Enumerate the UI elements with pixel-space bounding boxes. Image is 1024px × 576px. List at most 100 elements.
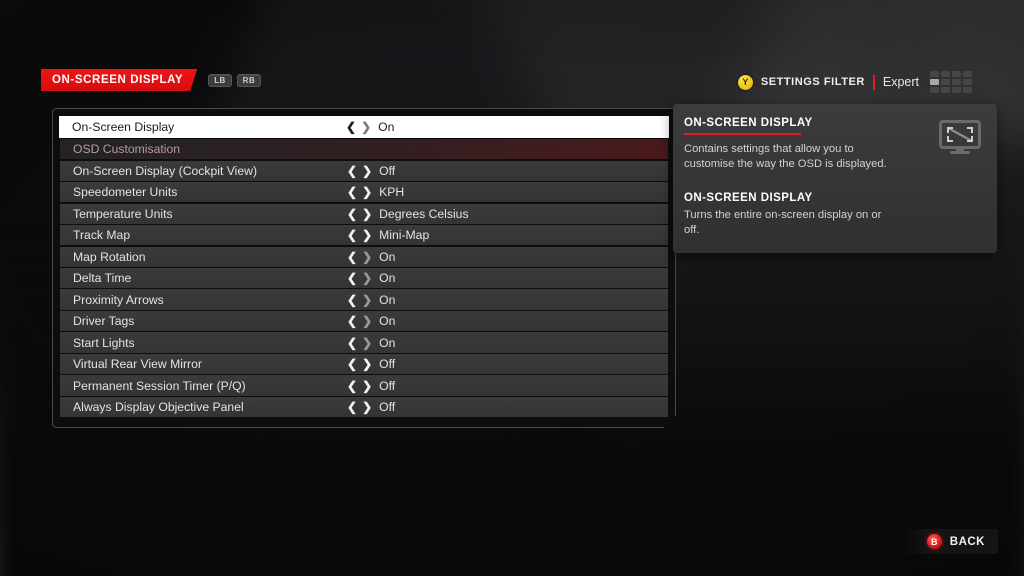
filter-divider <box>872 74 875 90</box>
arrow-left-icon[interactable]: ❮ <box>347 315 357 327</box>
settings-row-value: Off <box>379 357 396 372</box>
arrow-right-icon[interactable]: ❯ <box>362 401 372 413</box>
arrow-left-icon[interactable]: ❮ <box>347 358 357 370</box>
settings-row[interactable]: Always Display Objective Panel ❮ ❯ Off <box>60 397 668 417</box>
settings-row-value: Off <box>379 163 396 178</box>
settings-row[interactable]: Delta Time ❮ ❯ On <box>60 268 668 288</box>
settings-row-control: ❮ ❯ Mini-Map <box>347 228 429 242</box>
arrow-left-icon[interactable]: ❮ <box>347 272 357 284</box>
settings-row[interactable]: Proximity Arrows ❮ ❯ On <box>60 289 668 309</box>
info-setting-section: ON-SCREEN DISPLAY Turns the entire on-sc… <box>684 192 982 238</box>
settings-row-control: ❮ ❯ On <box>347 250 395 264</box>
settings-row[interactable]: Start Lights ❮ ❯ On <box>60 332 668 352</box>
back-button-label: BACK <box>949 535 985 548</box>
arrow-left-icon[interactable]: ❮ <box>347 186 357 198</box>
arrow-left-icon[interactable]: ❮ <box>347 165 357 177</box>
settings-row-label: Always Display Objective Panel <box>73 400 244 415</box>
arrow-right-icon[interactable]: ❯ <box>362 358 372 370</box>
filter-grid-cell <box>963 87 972 93</box>
settings-row-control: ❮ ❯ On <box>347 293 395 307</box>
settings-row[interactable]: Track Map ❮ ❯ Mini-Map <box>60 225 668 245</box>
settings-row-control: ❮ ❯ Off <box>347 357 395 371</box>
settings-filter-label: SETTINGS FILTER <box>760 76 865 88</box>
info-category-body: Contains settings that allow you to cust… <box>684 143 887 170</box>
arrow-left-icon[interactable]: ❮ <box>347 337 357 349</box>
settings-row-label: Map Rotation <box>73 249 146 264</box>
settings-row-value: On <box>379 249 396 264</box>
info-category-title: ON-SCREEN DISPLAY <box>684 117 813 129</box>
settings-row-label: Track Map <box>73 228 131 243</box>
arrow-left-icon[interactable]: ❮ <box>347 380 357 392</box>
settings-row-value: On <box>379 314 396 329</box>
bumper-hints: LB RB <box>208 73 262 87</box>
info-title-underline <box>684 133 801 135</box>
filter-grid-cell <box>952 79 961 85</box>
arrow-right-icon[interactable]: ❯ <box>361 121 371 133</box>
info-setting-title: ON-SCREEN DISPLAY <box>684 191 813 204</box>
arrow-right-icon[interactable]: ❯ <box>362 165 372 177</box>
settings-filter-value: Expert <box>882 75 919 89</box>
settings-row[interactable]: Map Rotation ❮ ❯ On <box>60 247 668 267</box>
filter-grid-cell <box>941 71 950 77</box>
arrow-right-icon[interactable]: ❯ <box>362 272 372 284</box>
y-button-icon[interactable]: Y <box>737 74 753 90</box>
arrow-right-icon[interactable]: ❯ <box>362 294 372 306</box>
settings-row-control: ❮ ❯ KPH <box>347 185 404 199</box>
settings-filter-bar[interactable]: Y SETTINGS FILTER Expert <box>737 71 972 93</box>
settings-row-label: Start Lights <box>73 335 135 350</box>
settings-row-label: On-Screen Display (Cockpit View) <box>73 163 258 178</box>
arrow-right-icon[interactable]: ❯ <box>362 251 372 263</box>
settings-row[interactable]: Virtual Rear View Mirror ❮ ❯ Off <box>60 354 668 374</box>
settings-row-control: ❮ ❯ Degrees Celsius <box>347 207 469 221</box>
filter-grid-cell <box>963 71 972 77</box>
settings-row[interactable]: Temperature Units ❮ ❯ Degrees Celsius <box>60 204 668 224</box>
filter-grid-cell <box>952 87 961 93</box>
info-panel: ON-SCREEN DISPLAY Contains settings that… <box>673 104 997 253</box>
settings-row[interactable]: On-Screen Display ❮ ❯ On <box>59 116 669 138</box>
tab-on-screen-display[interactable]: ON-SCREEN DISPLAY <box>41 69 197 91</box>
settings-row-value: Off <box>379 378 396 393</box>
filter-grid-cell <box>941 79 950 85</box>
info-setting-body: Turns the entire on-screen display on or… <box>684 208 882 236</box>
settings-row-label: Virtual Rear View Mirror <box>73 357 202 372</box>
settings-row-value: Degrees Celsius <box>379 206 469 221</box>
arrow-left-icon[interactable]: ❮ <box>346 121 356 133</box>
arrow-left-icon[interactable]: ❮ <box>347 229 357 241</box>
monitor-icon <box>939 120 981 161</box>
settings-row[interactable]: Driver Tags ❮ ❯ On <box>60 311 668 331</box>
arrow-right-icon[interactable]: ❯ <box>362 186 372 198</box>
settings-row-control: ❮ ❯ On <box>347 314 395 328</box>
settings-row[interactable]: Permanent Session Timer (P/Q) ❮ ❯ Off <box>60 375 668 395</box>
back-button[interactable]: B BACK <box>900 529 998 554</box>
arrow-left-icon[interactable]: ❮ <box>347 401 357 413</box>
arrow-right-icon[interactable]: ❯ <box>362 315 372 327</box>
settings-row-label: Driver Tags <box>73 314 135 329</box>
settings-row-value: On <box>378 120 395 134</box>
settings-row-label: Temperature Units <box>73 206 173 221</box>
arrow-right-icon[interactable]: ❯ <box>362 229 372 241</box>
arrow-left-icon[interactable]: ❮ <box>347 294 357 306</box>
settings-row-value: KPH <box>379 185 405 200</box>
filter-grid-cell <box>930 79 939 85</box>
filter-grid-cell <box>963 79 972 85</box>
settings-row-value: On <box>379 271 396 286</box>
arrow-right-icon[interactable]: ❯ <box>362 380 372 392</box>
settings-row-control: ❮ ❯ Off <box>347 400 395 414</box>
arrow-left-icon[interactable]: ❮ <box>347 251 357 263</box>
filter-level-grid-icon <box>930 71 972 93</box>
arrow-right-icon[interactable]: ❯ <box>362 337 372 349</box>
settings-row-label: Permanent Session Timer (P/Q) <box>73 378 246 393</box>
settings-row-value: On <box>379 335 396 350</box>
settings-row[interactable]: On-Screen Display (Cockpit View) ❮ ❯ Off <box>60 161 668 181</box>
bumper-rb-icon[interactable]: RB <box>236 73 262 87</box>
arrow-right-icon[interactable]: ❯ <box>362 208 372 220</box>
settings-row[interactable]: Speedometer Units ❮ ❯ KPH <box>60 182 668 202</box>
bumper-lb-icon[interactable]: LB <box>208 73 232 87</box>
tab-label: ON-SCREEN DISPLAY <box>52 74 184 86</box>
settings-row-control: ❮ ❯ Off <box>347 164 395 178</box>
tab-bar: ON-SCREEN DISPLAY LB RB <box>41 69 262 91</box>
settings-row-value: Mini-Map <box>379 228 430 243</box>
settings-row-control: ❮ ❯ Off <box>347 379 395 393</box>
filter-grid-cell <box>952 71 961 77</box>
arrow-left-icon[interactable]: ❮ <box>347 208 357 220</box>
